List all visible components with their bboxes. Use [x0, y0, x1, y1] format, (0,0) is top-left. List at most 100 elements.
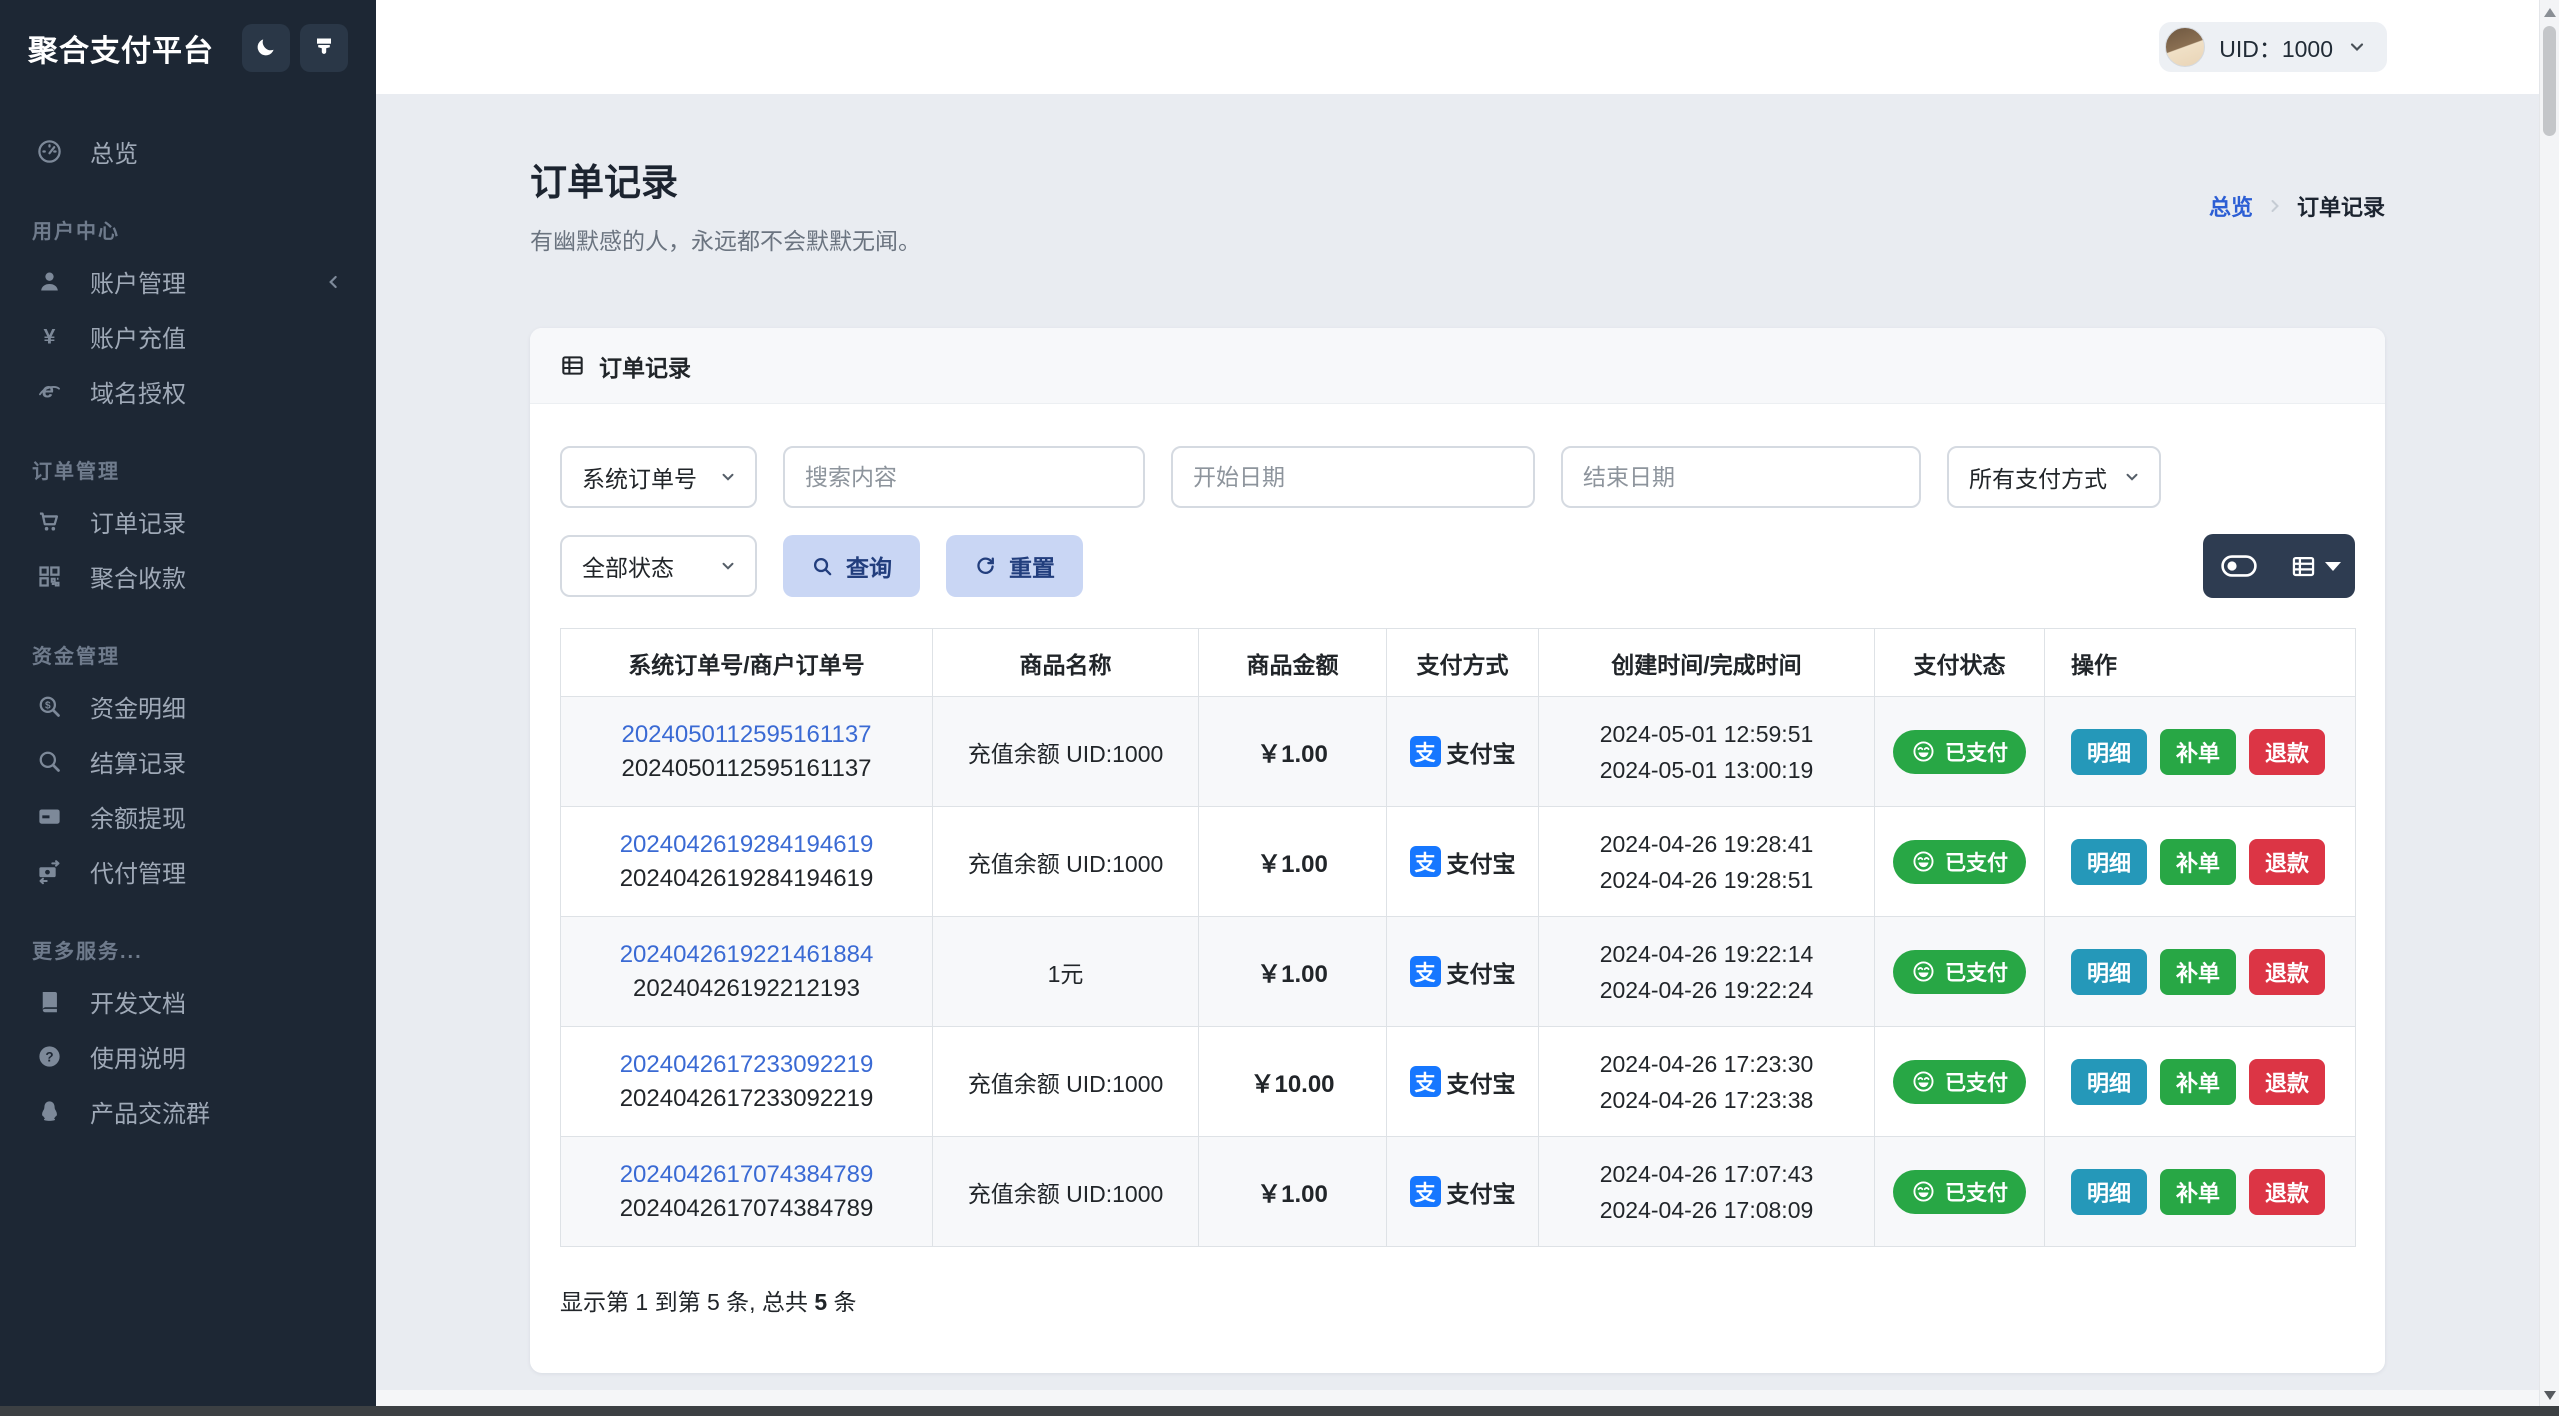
sidebar-item[interactable]: 聚合收款 — [0, 549, 376, 604]
reorder-button[interactable]: 补单 — [2160, 1168, 2237, 1215]
scroll-up-arrow[interactable] — [2544, 8, 2556, 17]
system-order-link[interactable]: 2024042617233092219 — [561, 1048, 932, 1082]
filter-row-1: 系统订单号 所有支付方式 — [560, 446, 2355, 508]
completed-time: 2024-04-26 19:28:51 — [1599, 866, 1814, 893]
sidebar-item[interactable]: ? 使用说明 — [0, 1029, 376, 1084]
column-header: 商品金额 — [1198, 628, 1387, 697]
sidebar-item[interactable]: e 域名授权 — [0, 364, 376, 419]
yen-icon: ¥ — [32, 323, 66, 350]
end-date-input[interactable] — [1561, 446, 1921, 508]
breadcrumb-root-link[interactable]: 总览 — [2209, 190, 2253, 222]
sidebar-item-label: 总览 — [90, 141, 138, 168]
refund-button[interactable]: 退款 — [2249, 728, 2326, 775]
detail-button[interactable]: 明细 — [2071, 728, 2148, 775]
merchant-order-no: 2024042619284194619 — [619, 864, 874, 892]
pay-method-label: 支付宝 — [1446, 1180, 1516, 1207]
main-content: 订单记录 有幽默感的人，永远都不会默默无闻。 总览 订单记录 订单记录 系统订单… — [376, 94, 2539, 1390]
sidebar-item-overview[interactable]: 总览 — [0, 124, 376, 179]
time-cell: 2024-04-26 19:28:41 2024-04-26 19:28:51 — [1538, 806, 1875, 917]
sidebar-item[interactable]: 代付管理 — [0, 844, 376, 899]
status-label: 已支付 — [1945, 961, 2008, 985]
uid-label: UID：1000 — [2219, 36, 2333, 62]
amount-cell: ￥1.00 — [1198, 806, 1387, 917]
start-date-input[interactable] — [1171, 446, 1535, 508]
refund-button[interactable]: 退款 — [2249, 838, 2326, 885]
book-icon — [32, 988, 66, 1015]
reorder-button[interactable]: 补单 — [2160, 728, 2237, 775]
horizontal-scrollbar-thumb[interactable] — [0, 1406, 2559, 1416]
smile-icon — [1911, 959, 1936, 984]
sidebar-nav: 总览 用户中心 账户管理 ¥ 账户充值 e 域名授权 订单管理 订单记录 聚合收款 资金管理 $ 资金… — [0, 96, 376, 1139]
card-header: 订单记录 — [530, 328, 2385, 404]
pay-method-cell: 支支付宝 — [1386, 1136, 1539, 1247]
status-select[interactable]: 全部状态 — [560, 535, 757, 597]
table-row: 2024042617074384789 2024042617074384789 充值… — [560, 1136, 2356, 1247]
chevron-right-icon — [2265, 196, 2285, 216]
dark-mode-button[interactable] — [242, 24, 290, 72]
sidebar-item[interactable]: 账户管理 — [0, 254, 376, 309]
status-badge: 已支付 — [1893, 729, 2026, 774]
actions-cell: 明细 补单 退款 — [2044, 806, 2356, 917]
card-body: 系统订单号 所有支付方式 全部状态 — [530, 404, 2385, 1373]
detail-button[interactable]: 明细 — [2071, 948, 2148, 995]
avatar — [2165, 27, 2206, 67]
system-order-link[interactable]: 2024042617074384789 — [561, 1158, 932, 1192]
sidebar-item-label: 账户充值 — [90, 326, 186, 353]
sidebar-item-label: 代付管理 — [90, 861, 186, 888]
detail-button[interactable]: 明细 — [2071, 1168, 2148, 1215]
sidebar-item-label: 聚合收款 — [90, 566, 186, 593]
detail-button[interactable]: 明细 — [2071, 1058, 2148, 1105]
amount-value: ￥1.00 — [1257, 961, 1328, 988]
question-icon: ? — [32, 1043, 66, 1070]
system-order-link[interactable]: 2024050112595161137 — [561, 718, 932, 752]
sidebar-item[interactable]: $ 资金明细 — [0, 679, 376, 734]
moon-icon — [254, 35, 278, 62]
search-dollar-icon: $ — [32, 693, 66, 720]
product-name-cell: 1元 — [932, 916, 1199, 1027]
columns-dropdown-button[interactable] — [2275, 534, 2355, 598]
page-header: 订单记录 有幽默感的人，永远都不会默默无闻。 总览 订单记录 — [530, 152, 2385, 256]
pay-method-value: 所有支付方式 — [1969, 466, 2107, 492]
detail-button[interactable]: 明细 — [2071, 838, 2148, 885]
sidebar-item[interactable]: 开发文档 — [0, 974, 376, 1029]
vertical-scrollbar-thumb[interactable] — [2543, 26, 2556, 136]
vertical-scrollbar[interactable] — [2539, 0, 2559, 1416]
user-menu[interactable]: UID：1000 — [2159, 22, 2387, 72]
brush-icon-button[interactable] — [300, 24, 348, 72]
nav-section-heading: 更多服务... — [32, 941, 143, 963]
time-cell: 2024-04-26 19:22:14 2024-04-26 19:22:24 — [1538, 916, 1875, 1027]
search-input[interactable] — [783, 446, 1145, 508]
browser-icon: e — [32, 378, 66, 405]
alipay-icon: 支 — [1409, 956, 1441, 987]
reorder-button[interactable]: 补单 — [2160, 948, 2237, 995]
amount-value: ￥1.00 — [1257, 741, 1328, 768]
sidebar-item[interactable]: 订单记录 — [0, 494, 376, 549]
table-row: 2024042619221461884 20240426192212193 1元 ￥1… — [560, 916, 2356, 1027]
sidebar-item[interactable]: 余额提现 — [0, 789, 376, 844]
table-row: 2024042617233092219 2024042617233092219 充值… — [560, 1026, 2356, 1137]
refund-button[interactable]: 退款 — [2249, 1168, 2326, 1215]
order-no-type-select[interactable]: 系统订单号 — [560, 446, 757, 508]
order-numbers-cell: 2024050112595161137 2024050112595161137 — [560, 696, 933, 807]
refund-button[interactable]: 退款 — [2249, 1058, 2326, 1105]
status-label: 已支付 — [1945, 851, 2008, 875]
sidebar-item[interactable]: ¥ 账户充值 — [0, 309, 376, 364]
scroll-down-arrow[interactable] — [2544, 1391, 2556, 1400]
pay-method-select[interactable]: 所有支付方式 — [1947, 446, 2161, 508]
toggle-icon — [2221, 555, 2257, 577]
product-name-cell: 充值余额 UID:1000 — [932, 806, 1199, 917]
smile-icon — [1911, 1069, 1936, 1094]
topbar: UID：1000 — [376, 0, 2539, 94]
sidebar-item[interactable]: 结算记录 — [0, 734, 376, 789]
query-button[interactable]: 查询 — [783, 535, 920, 597]
reorder-button[interactable]: 补单 — [2160, 838, 2237, 885]
toggle-view-button[interactable] — [2203, 534, 2275, 598]
sidebar-item[interactable]: 产品交流群 — [0, 1084, 376, 1139]
reset-button[interactable]: 重置 — [946, 535, 1083, 597]
system-order-link[interactable]: 2024042619284194619 — [561, 828, 932, 862]
reorder-button[interactable]: 补单 — [2160, 1058, 2237, 1105]
system-order-link[interactable]: 2024042619221461884 — [561, 938, 932, 972]
pay-method-cell: 支支付宝 — [1386, 916, 1539, 1027]
refund-button[interactable]: 退款 — [2249, 948, 2326, 995]
order-no-type-value: 系统订单号 — [582, 466, 697, 492]
